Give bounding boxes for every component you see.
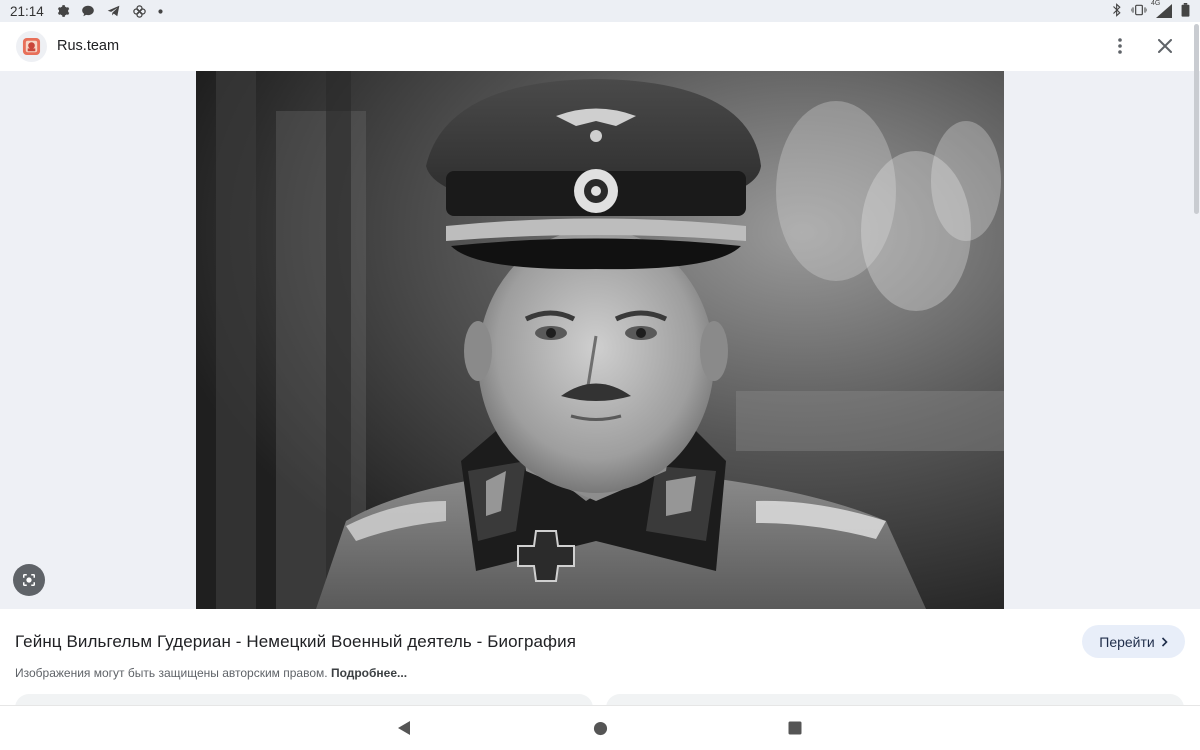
more-vert-icon[interactable] [1108,34,1132,58]
chat-bubble-icon [81,4,95,18]
page-title[interactable]: Гейнц Вильгельм Гудериан - Немецкий Воен… [15,632,576,652]
telegram-icon [106,4,121,18]
dot-icon [158,8,163,14]
signal-4g-icon: 4G [1151,0,1172,18]
close-icon[interactable] [1153,34,1177,58]
learn-more-link[interactable]: Подробнее... [331,666,407,680]
chevron-right-icon [1161,634,1168,650]
portrait-photo[interactable] [196,71,1004,609]
system-nav-bar [0,705,1200,750]
recents-square-icon[interactable] [785,718,805,738]
copyright-notice: Изображения могут быть защищены авторски… [15,666,407,680]
visit-button[interactable]: Перейти [1082,625,1185,658]
site-name[interactable]: Rus.team [57,38,119,54]
network-label: 4G [1151,0,1161,7]
back-triangle-icon[interactable] [394,718,414,738]
google-lens-icon[interactable] [13,564,45,596]
settings-icon [56,4,70,18]
result-info: Гейнц Вильгельм Гудериан - Немецкий Воен… [0,609,1200,708]
scrollbar[interactable] [1194,24,1199,214]
site-favicon[interactable] [16,31,47,62]
home-circle-icon[interactable] [590,718,610,738]
status-time: 21:14 [10,3,44,19]
image-stage [0,71,1200,609]
status-bar: 21:14 4G [0,0,1200,22]
copyright-text: Изображения могут быть защищены авторски… [15,666,328,680]
vibrate-icon [1130,4,1148,19]
pinwheel-icon [132,4,147,19]
visit-button-label: Перейти [1099,633,1155,650]
bluetooth-icon [1112,2,1122,20]
battery-icon [1181,2,1190,20]
viewer-header: Rus.team [0,22,1200,71]
